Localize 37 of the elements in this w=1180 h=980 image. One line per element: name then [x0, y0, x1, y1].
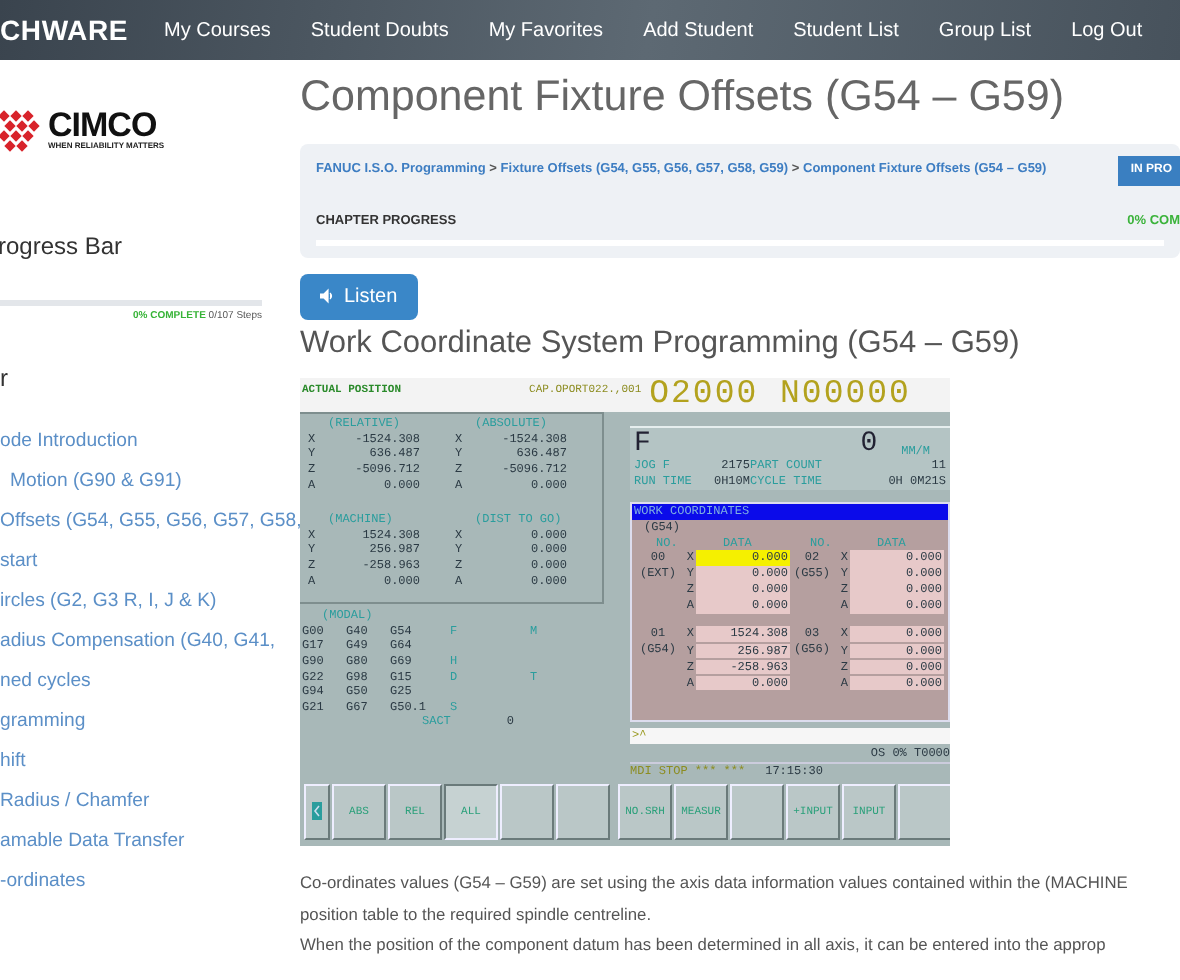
lesson-link[interactable]: adius Compensation (G40, G41, — [0, 621, 300, 661]
nav-link[interactable]: Add Student — [623, 15, 774, 45]
brand-logo[interactable]: CHWARE — [0, 9, 129, 51]
page-title: Component Fixture Offsets (G54 – G59) — [300, 72, 1066, 124]
feed-value: 0 — [860, 430, 878, 459]
nav-link[interactable]: Student List — [773, 15, 919, 45]
nav-link[interactable]: My Favorites — [468, 15, 624, 45]
softkey[interactable] — [500, 783, 554, 840]
lesson-link[interactable]: gramming — [0, 701, 300, 741]
left-arrow-icon — [312, 802, 322, 821]
lesson-link[interactable]: Radius / Chamfer — [0, 781, 300, 821]
speaker-icon — [320, 288, 336, 305]
listen-button[interactable]: Listen — [300, 273, 418, 320]
paragraph: Co-ordinates values (G54 – G59) are set using the axis data information values contained within the (MACHINE position table to the required spindle centreline. — [300, 870, 1130, 928]
nav-link[interactable]: Student Doubts — [290, 15, 469, 45]
lesson-link[interactable]: Motion (G90 & G91) — [0, 461, 300, 501]
softkey[interactable] — [730, 783, 784, 840]
lesson-link[interactable]: ircles (G2, G3 R, I, J & K) — [0, 581, 300, 621]
softkey[interactable] — [898, 783, 950, 840]
program-number: O2000 N00000 — [649, 378, 911, 411]
progress-heading: rogress Bar — [0, 230, 125, 264]
lesson-link[interactable]: amable Data Transfer — [0, 821, 300, 861]
feed-label: F — [634, 430, 651, 459]
section-heading: r — [0, 361, 10, 395]
paragraph: When the position of the component datum has been determined in all axis, it can be entered into the approp — [300, 932, 1108, 959]
softkey[interactable] — [556, 783, 610, 840]
lesson-link[interactable]: -ordinates — [0, 861, 300, 901]
lesson-link[interactable]: ode Introduction — [0, 421, 300, 461]
nav-link[interactable]: Group List — [918, 15, 1052, 45]
nav-link[interactable]: Log Out — [1051, 15, 1163, 45]
lesson-link[interactable]: ned cycles — [0, 661, 300, 701]
section-subtitle: Work Coordinate System Programming (G54 – G59) — [300, 325, 1022, 363]
lesson-link[interactable]: hift — [0, 741, 300, 781]
lesson-link[interactable]: Offsets (G54, G55, G56, G57, G58, — [0, 501, 300, 541]
softkey[interactable] — [304, 783, 330, 840]
nav-link[interactable]: My Courses — [144, 15, 291, 45]
lesson-link[interactable]: start — [0, 541, 300, 581]
